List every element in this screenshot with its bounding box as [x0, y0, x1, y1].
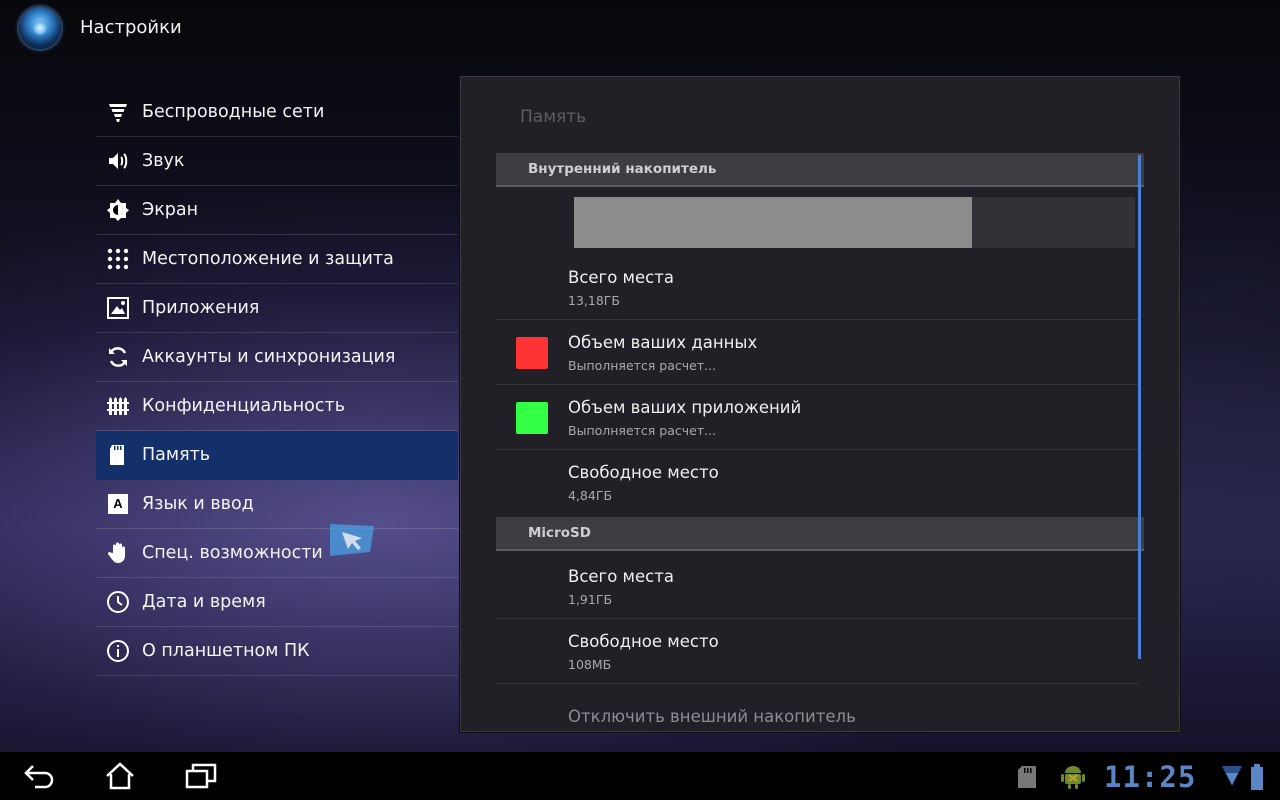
watermark-logo [322, 518, 384, 560]
sidebar-item-label: Звук [142, 151, 185, 171]
row-internal-total: Всего места 13,18ГБ [496, 255, 1139, 320]
sidebar-item-label: Местоположение и защита [142, 249, 394, 269]
wifi-icon [105, 99, 131, 125]
fence-icon [105, 393, 131, 419]
row-your-apps: Объем ваших приложений Выполняется расче… [496, 385, 1139, 450]
row-value: Выполняется расчет... [568, 358, 717, 373]
sidebar-item-accessibility[interactable]: Спец. возможности [96, 529, 458, 578]
sidebar-item-storage[interactable]: Память [96, 431, 458, 480]
sidebar-item-label: Экран [142, 200, 199, 220]
action-bar: Настройки [0, 0, 1280, 60]
row-your-data: Объем ваших данных Выполняется расчет... [496, 320, 1139, 385]
status-clock[interactable]: 11:25 [1104, 760, 1196, 794]
sidebar-item-label: Язык и ввод [142, 494, 254, 514]
usage-bar-fill [574, 197, 973, 248]
row-sd-free: Свободное место 108МБ [496, 619, 1139, 684]
speaker-icon [105, 148, 131, 174]
row-title: Свободное место [568, 632, 719, 651]
row-sd-total: Всего места 1,91ГБ [496, 554, 1139, 619]
app-title: Настройки [80, 17, 182, 38]
row-value: 4,84ГБ [568, 488, 613, 503]
sd-card-icon [105, 442, 131, 468]
sidebar-item-label: Беспроводные сети [142, 102, 325, 122]
apps-icon [105, 295, 131, 321]
sidebar-item-label: Дата и время [142, 592, 266, 612]
sidebar-item-language-input[interactable]: A Язык и ввод [96, 480, 458, 529]
sidebar-item-accounts-sync[interactable]: Аккаунты и синхронизация [96, 333, 458, 382]
system-bar: 11:25 [0, 752, 1280, 800]
section-header-label: MicroSD [528, 525, 591, 541]
sidebar-item-wireless[interactable]: Беспроводные сети [96, 88, 458, 137]
sidebar-item-date-time[interactable]: Дата и время [96, 578, 458, 627]
sidebar-item-label: Конфиденциальность [142, 396, 346, 416]
brightness-icon [105, 197, 131, 223]
section-header-label: Внутренний накопитель [528, 161, 717, 177]
unmount-sd-button[interactable]: Отключить внешний накопитель [568, 707, 856, 726]
row-title: Всего места [568, 567, 674, 586]
row-title: Свободное место [568, 463, 719, 482]
row-value: 108МБ [568, 657, 612, 672]
svg-text:A: A [113, 496, 123, 511]
settings-category-list: Беспроводные сети Звук Экран Местоположе… [96, 88, 458, 676]
sd-card-icon[interactable] [1016, 765, 1038, 789]
settings-app-icon[interactable] [19, 7, 61, 49]
apps-color-swatch [516, 402, 548, 434]
scrollbar[interactable] [1138, 155, 1141, 659]
recent-apps-icon[interactable] [184, 760, 218, 792]
sync-icon [105, 344, 131, 370]
sidebar-item-label: Память [142, 445, 211, 465]
sidebar-item-privacy[interactable]: Конфиденциальность [96, 382, 458, 431]
android-debug-icon[interactable] [1060, 762, 1086, 790]
clock-icon [105, 589, 131, 615]
back-icon[interactable] [22, 760, 56, 792]
row-title: Всего места [568, 268, 674, 287]
sidebar-item-about-tablet[interactable]: О планшетном ПК [96, 627, 458, 676]
battery-icon[interactable] [1250, 764, 1264, 790]
sidebar-item-location-security[interactable]: Местоположение и защита [96, 235, 458, 284]
sidebar-item-label: О планшетном ПК [142, 641, 310, 661]
row-internal-free: Свободное место 4,84ГБ [496, 450, 1139, 515]
sidebar-item-applications[interactable]: Приложения [96, 284, 458, 333]
pattern-lock-icon [105, 246, 131, 272]
section-header-microsd: MicroSD [496, 517, 1144, 551]
sidebar-item-label: Приложения [142, 298, 260, 318]
row-value: 13,18ГБ [568, 293, 620, 308]
internal-usage-bar [574, 197, 1135, 248]
sidebar-item-label: Аккаунты и синхронизация [142, 347, 396, 367]
row-value: Выполняется расчет... [568, 423, 717, 438]
row-value: 1,91ГБ [568, 592, 613, 607]
wifi-signal-icon[interactable] [1222, 765, 1242, 787]
sidebar-item-label: Спец. возможности [142, 543, 323, 563]
row-title: Объем ваших приложений [568, 398, 802, 417]
sidebar-item-display[interactable]: Экран [96, 186, 458, 235]
row-title: Объем ваших данных [568, 333, 758, 352]
data-color-swatch [516, 337, 548, 369]
section-header-internal: Внутренний накопитель [496, 153, 1144, 187]
info-icon [105, 638, 131, 664]
keyboard-a-icon: A [105, 491, 131, 517]
storage-panel: Память Внутренний накопитель Всего места… [460, 76, 1180, 732]
sidebar-item-sound[interactable]: Звук [96, 137, 458, 186]
home-icon[interactable] [103, 760, 137, 792]
hand-icon [105, 540, 131, 566]
panel-title: Память [520, 107, 587, 127]
